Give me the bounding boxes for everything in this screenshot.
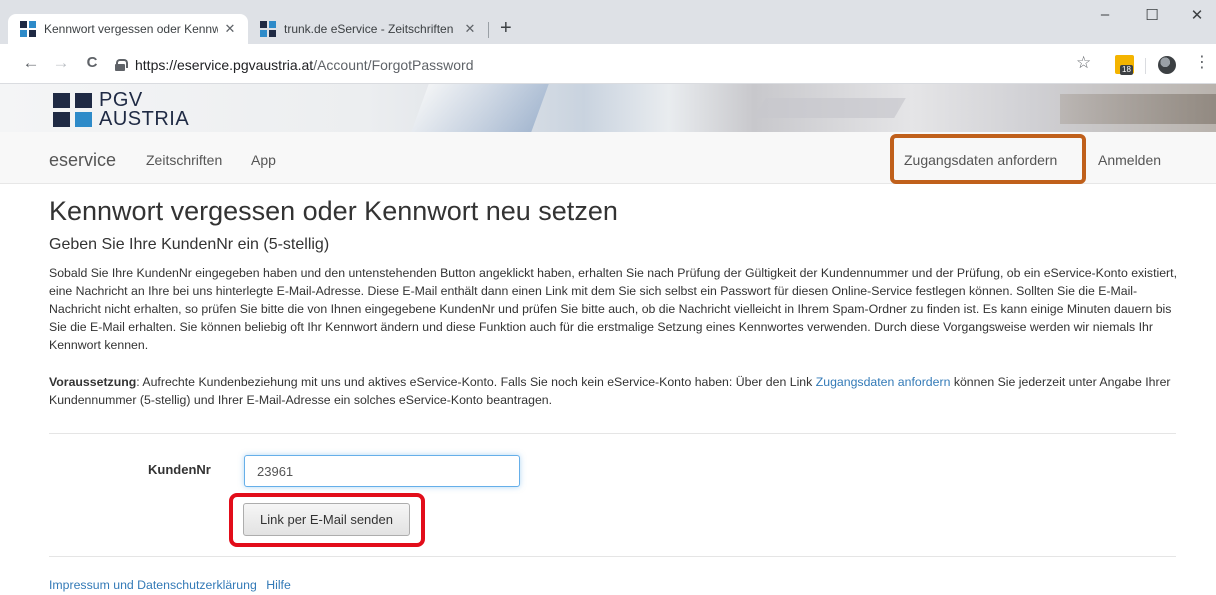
bookmark-star-icon[interactable]: ☆ bbox=[1076, 53, 1091, 73]
profile-avatar-icon[interactable] bbox=[1158, 56, 1176, 74]
address-bar[interactable]: https://eservice.pgvaustria.at/Account/F… bbox=[115, 53, 1065, 77]
footer: Impressum und Datenschutzerklärung Hilfe bbox=[49, 578, 297, 592]
nav-link-anmelden[interactable]: Anmelden bbox=[1098, 152, 1161, 168]
zugangsdaten-link[interactable]: Zugangsdaten anfordern bbox=[816, 375, 951, 389]
url-path: /Account/ForgotPassword bbox=[313, 57, 474, 73]
extension-icon[interactable]: 18 bbox=[1115, 55, 1134, 75]
tab-title: trunk.de eService - Zeitschriften bbox=[284, 22, 454, 36]
logo-text-line1: PGV bbox=[99, 89, 143, 111]
browser-menu-icon[interactable]: ⋮ bbox=[1194, 52, 1210, 72]
forward-arrow-icon[interactable]: → bbox=[51, 53, 71, 73]
lock-icon bbox=[115, 59, 128, 71]
logo-text-line2: AUSTRIA bbox=[99, 108, 190, 130]
divider bbox=[49, 433, 1176, 434]
prerequisite-paragraph: Voraussetzung: Aufrechte Kundenbeziehung… bbox=[49, 373, 1189, 409]
nav-link-app[interactable]: App bbox=[251, 152, 276, 168]
browser-tab-bar: Kennwort vergessen oder Kennw ✕ trunk.de… bbox=[0, 0, 1216, 44]
prerequisite-label: Voraussetzung bbox=[49, 375, 137, 389]
extension-badge: 18 bbox=[1120, 65, 1133, 75]
logo-square bbox=[75, 112, 92, 127]
nav-link-zeitschriften[interactable]: Zeitschriften bbox=[146, 152, 222, 168]
banner-magazine-image bbox=[1060, 94, 1216, 124]
browser-tab-active[interactable]: Kennwort vergessen oder Kennw ✕ bbox=[8, 14, 248, 44]
kundennr-input[interactable] bbox=[244, 455, 520, 487]
reload-icon[interactable]: C bbox=[82, 54, 102, 71]
pgv-favicon-icon bbox=[260, 21, 276, 37]
highlight-box-orange bbox=[890, 134, 1086, 184]
toolbar-separator bbox=[1145, 58, 1146, 74]
banner-magazine-image bbox=[411, 84, 549, 132]
page-subtitle: Geben Sie Ihre KundenNr ein (5-stellig) bbox=[49, 236, 330, 253]
footer-link-impressum[interactable]: Impressum und Datenschutzerklärung bbox=[49, 578, 257, 592]
back-arrow-icon[interactable]: ← bbox=[21, 53, 41, 73]
url-domain: https://eservice.pgvaustria.at bbox=[135, 57, 314, 73]
page-title: Kennwort vergessen oder Kennwort neu set… bbox=[49, 196, 618, 226]
browser-toolbar: ← → C https://eservice.pgvaustria.at/Acc… bbox=[0, 44, 1216, 84]
logo-square bbox=[53, 93, 70, 108]
divider bbox=[49, 556, 1176, 557]
prerequisite-text: : Aufrechte Kundenbeziehung mit uns und … bbox=[136, 375, 816, 389]
tab-separator bbox=[488, 22, 489, 38]
footer-link-hilfe[interactable]: Hilfe bbox=[266, 578, 291, 592]
tab-close-icon[interactable]: ✕ bbox=[458, 21, 482, 37]
tab-title: Kennwort vergessen oder Kennw bbox=[44, 22, 218, 36]
logo-square bbox=[53, 112, 70, 127]
pgv-favicon-icon bbox=[20, 21, 36, 37]
browser-tab-inactive[interactable]: trunk.de eService - Zeitschriften ✕ bbox=[248, 14, 488, 44]
highlight-box-red bbox=[229, 493, 425, 547]
banner-magazine-image bbox=[754, 98, 906, 118]
tab-close-icon[interactable]: ✕ bbox=[218, 21, 242, 37]
pgv-austria-logo[interactable]: PGV AUSTRIA bbox=[53, 88, 213, 130]
maximize-icon[interactable]: ☐ bbox=[1137, 6, 1167, 24]
navbar-brand[interactable]: eservice bbox=[49, 150, 116, 171]
instructions-paragraph: Sobald Sie Ihre KundenNr eingegeben habe… bbox=[49, 266, 1177, 352]
logo-square bbox=[75, 93, 92, 108]
kundennr-label: KundenNr bbox=[148, 462, 211, 477]
window-close-icon[interactable]: ✕ bbox=[1182, 6, 1212, 24]
new-tab-icon[interactable]: + bbox=[500, 17, 512, 39]
minimize-icon[interactable]: – bbox=[1090, 6, 1120, 23]
